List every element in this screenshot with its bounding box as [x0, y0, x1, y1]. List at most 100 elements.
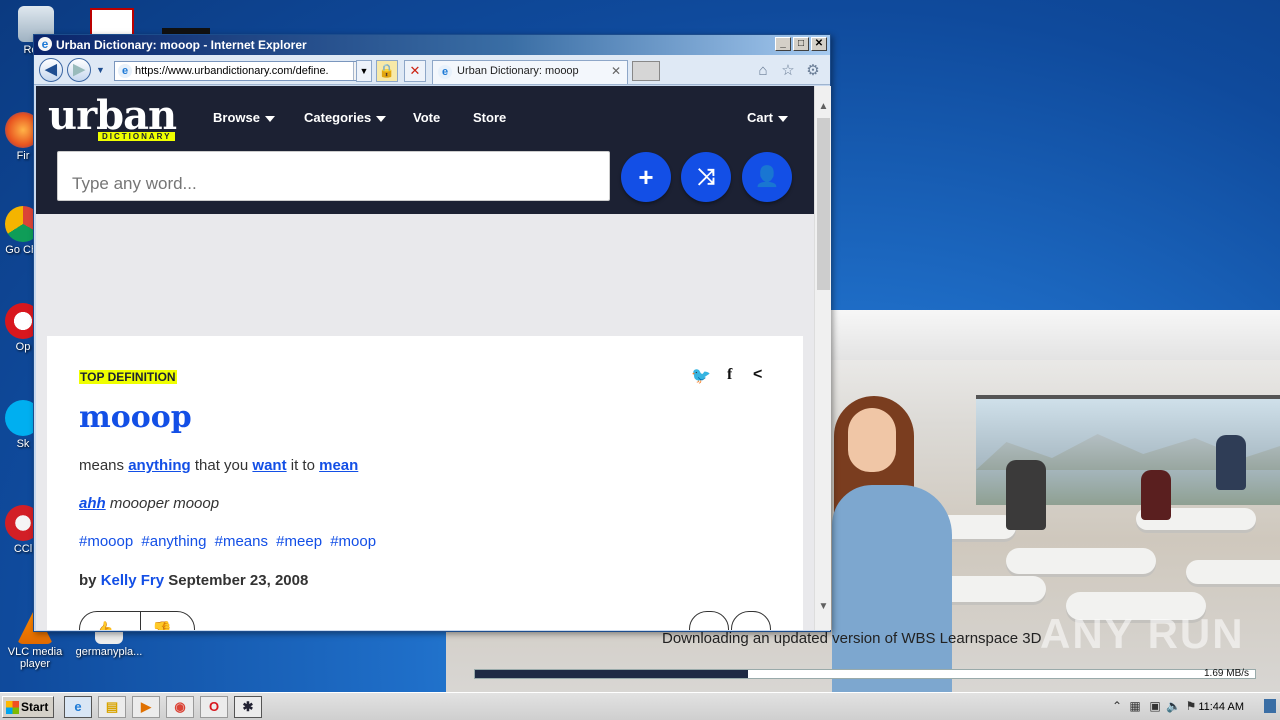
tab-label: Urban Dictionary: mooop	[457, 65, 579, 77]
random-shuffle-icon[interactable]: ⤨	[681, 152, 731, 202]
tab-urban-dictionary[interactable]: e Urban Dictionary: mooop ✕	[432, 60, 628, 84]
tray-expand-icon[interactable]: ⌃	[1110, 699, 1124, 713]
action-center-icon[interactable]: ▣	[1148, 699, 1162, 713]
volume-icon[interactable]: 🔈	[1166, 699, 1181, 713]
example-text: moooper mooop	[105, 495, 220, 512]
start-button[interactable]: Start	[2, 696, 54, 718]
tag-link[interactable]: #anything	[141, 533, 206, 550]
nav-vote[interactable]: Vote	[413, 110, 440, 125]
desktop-icon-label: VLC media player	[7, 646, 63, 670]
tag-link[interactable]: #means	[215, 533, 268, 550]
taskbar-explorer-icon[interactable]: ▤	[98, 696, 126, 718]
thumbs-up-icon[interactable]: 👍	[94, 620, 114, 630]
definition-date: September 23, 2008	[168, 572, 309, 589]
meaning-link[interactable]: mean	[319, 457, 358, 474]
minimize-button[interactable]: _	[775, 37, 791, 51]
meaning-text: means	[79, 457, 129, 474]
share-icon[interactable]: <	[753, 366, 762, 384]
urban-dictionary-logo[interactable]: urban DICTIONARY	[48, 96, 198, 146]
address-text: https://www.urbandictionary.com/define.	[135, 65, 329, 77]
taskbar-app-icon[interactable]: ✱	[234, 696, 262, 718]
twitter-icon[interactable]: 🐦	[691, 366, 711, 386]
pdf-shortcut-icon[interactable]	[90, 8, 134, 36]
title-bar[interactable]: e Urban Dictionary: mooop - Internet Exp…	[34, 35, 830, 55]
nav-store[interactable]: Store	[473, 110, 506, 125]
scroll-up-icon[interactable]: ▲	[815, 98, 832, 115]
tag-list: #mooop #anything #means #meep #moop	[79, 533, 380, 550]
stop-icon[interactable]: ✕	[404, 60, 426, 82]
nav-browse-label: Browse	[213, 110, 260, 125]
scene-woman-face	[848, 408, 896, 472]
logo-subtitle: DICTIONARY	[98, 132, 176, 141]
settings-gear-icon[interactable]: ⚙	[804, 62, 822, 80]
definition-example: ahh moooper mooop	[79, 495, 219, 512]
lock-icon[interactable]: 🔒	[376, 60, 398, 82]
download-speed: 1.69 MB/s	[1204, 668, 1250, 679]
chevron-down-icon	[264, 115, 275, 122]
forward-button[interactable]: ▶	[67, 58, 91, 82]
taskbar-chrome-icon[interactable]: ◉	[166, 696, 194, 718]
site-header: urban DICTIONARY Browse Categories Vote …	[36, 86, 814, 214]
scene-person	[1141, 470, 1171, 520]
window-title: Urban Dictionary: mooop - Internet Explo…	[56, 38, 307, 52]
close-button[interactable]: ✕	[811, 37, 827, 51]
flag-icon[interactable]: ⚑	[1184, 699, 1198, 713]
thumbs-down-icon[interactable]: 👎	[152, 620, 172, 630]
nav-categories-label: Categories	[304, 110, 372, 125]
meaning-link[interactable]: want	[252, 457, 286, 474]
download-progress-fill	[475, 670, 748, 678]
logo-word: urban	[48, 92, 177, 139]
favorites-star-icon[interactable]: ☆	[779, 62, 797, 80]
top-definition-badge: TOP DEFINITION	[79, 370, 177, 384]
chevron-down-icon	[778, 115, 789, 122]
address-dropdown-button[interactable]: ▼	[356, 60, 372, 82]
ie-window[interactable]: e Urban Dictionary: mooop - Internet Exp…	[33, 34, 831, 632]
navigation-bar: ◀ ▶ ▼ e https://www.urbandictionary.com/…	[34, 55, 830, 85]
home-icon[interactable]: ⌂	[754, 62, 772, 80]
history-dropdown-icon[interactable]: ▼	[96, 65, 105, 75]
flag-button[interactable]	[689, 611, 729, 630]
vote-buttons: 👍 👎	[79, 611, 195, 630]
network-icon[interactable]: ▦	[1128, 699, 1142, 713]
new-tab-button[interactable]	[632, 61, 660, 81]
maximize-button[interactable]: □	[793, 37, 809, 51]
scroll-down-icon[interactable]: ▼	[815, 598, 832, 615]
back-button[interactable]: ◀	[39, 58, 63, 82]
tag-link[interactable]: #mooop	[79, 533, 133, 550]
facebook-icon[interactable]: f	[727, 366, 732, 384]
tag-link[interactable]: #moop	[330, 533, 376, 550]
page-content: urban DICTIONARY Browse Categories Vote …	[36, 86, 814, 630]
example-link[interactable]: ahh	[79, 495, 106, 512]
taskbar-opera-icon[interactable]: O	[200, 696, 228, 718]
download-progress-bar	[474, 669, 1256, 679]
chevron-down-icon	[376, 115, 387, 122]
taskbar-ie-icon[interactable]: e	[64, 696, 92, 718]
address-bar[interactable]: e https://www.urbandictionary.com/define…	[114, 61, 372, 81]
meaning-link[interactable]: anything	[128, 457, 191, 474]
tag-link[interactable]: #meep	[276, 533, 322, 550]
tab-close-icon[interactable]: ✕	[611, 64, 621, 78]
show-desktop-icon[interactable]	[1264, 699, 1276, 713]
nav-browse[interactable]: Browse	[213, 110, 275, 125]
nav-vote-label: Vote	[413, 110, 441, 125]
nav-cart[interactable]: Cart	[747, 110, 789, 125]
author-byline: by Kelly Fry September 23, 2008	[79, 572, 308, 589]
user-account-icon[interactable]: 👤	[742, 152, 792, 202]
start-label: Start	[21, 700, 49, 714]
author-link[interactable]: Kelly Fry	[101, 572, 164, 589]
ie-logo-icon: e	[38, 37, 52, 51]
scene-woman-shirt	[832, 485, 952, 692]
search-input[interactable]	[57, 151, 610, 201]
clock[interactable]: 11:44 AM	[1198, 701, 1244, 713]
more-options-button[interactable]	[731, 611, 771, 630]
definition-word[interactable]: mooop	[79, 400, 192, 435]
vertical-scrollbar[interactable]: ▲ ▼	[814, 86, 831, 630]
desktop-icon-label: CCl	[13, 543, 33, 555]
nav-categories[interactable]: Categories	[304, 110, 387, 125]
scroll-thumb[interactable]	[817, 118, 830, 290]
site-favicon-icon: e	[118, 64, 132, 78]
desktop-icon-label: Sk	[16, 438, 30, 450]
by-label: by	[79, 572, 97, 589]
taskbar-media-player-icon[interactable]: ▶	[132, 696, 160, 718]
add-definition-icon[interactable]: +	[621, 152, 671, 202]
